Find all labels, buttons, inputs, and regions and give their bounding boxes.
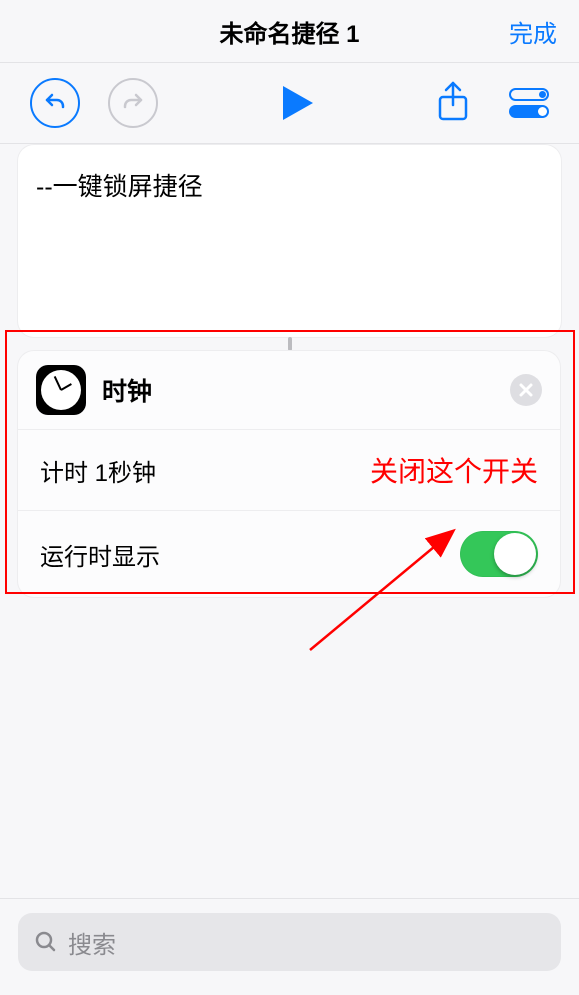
undo-icon — [43, 91, 67, 115]
redo-button — [108, 78, 158, 128]
show-when-run-row: 运行时显示 — [18, 510, 560, 597]
share-button[interactable] — [437, 81, 469, 126]
search-placeholder: 搜索 — [68, 925, 116, 960]
text-content: --一键锁屏捷径 — [36, 167, 543, 203]
navbar: 未命名捷径 1 完成 — [0, 0, 579, 63]
toggle-on-icon — [509, 105, 549, 118]
remove-action-button[interactable] — [510, 374, 542, 406]
toolbar-right — [437, 81, 549, 126]
close-icon — [518, 382, 534, 398]
page-title: 未命名捷径 1 — [219, 14, 359, 49]
search-bar-container: 搜索 — [0, 899, 579, 995]
show-when-run-toggle[interactable] — [460, 531, 538, 577]
done-button[interactable]: 完成 — [509, 14, 557, 49]
show-when-run-label: 运行时显示 — [40, 537, 160, 572]
clock-card-header: 时钟 — [18, 351, 560, 429]
search-input[interactable]: 搜索 — [18, 913, 561, 971]
search-icon — [34, 930, 58, 954]
toolbar — [0, 63, 579, 144]
toolbar-left — [30, 78, 158, 128]
clock-card-title: 时钟 — [102, 372, 494, 408]
timer-row[interactable]: 计时 1秒钟 关闭这个开关 — [18, 429, 560, 510]
clock-action-card[interactable]: 时钟 计时 1秒钟 关闭这个开关 运行时显示 — [18, 351, 560, 597]
toggle-off-icon — [509, 88, 549, 101]
undo-button[interactable] — [30, 78, 80, 128]
connector-line — [288, 337, 292, 351]
settings-button[interactable] — [509, 88, 549, 118]
text-action-card[interactable]: --一键锁屏捷径 — [18, 145, 561, 337]
redo-icon — [121, 91, 145, 115]
timer-label: 计时 1秒钟 — [40, 453, 156, 488]
annotation-text: 关闭这个开关 — [370, 450, 538, 490]
play-icon — [283, 86, 313, 120]
clock-app-icon — [36, 365, 86, 415]
run-button[interactable] — [283, 86, 313, 120]
toggle-knob — [494, 533, 536, 575]
workflow-canvas: --一键锁屏捷径 — [0, 144, 579, 351]
share-icon — [437, 81, 469, 121]
